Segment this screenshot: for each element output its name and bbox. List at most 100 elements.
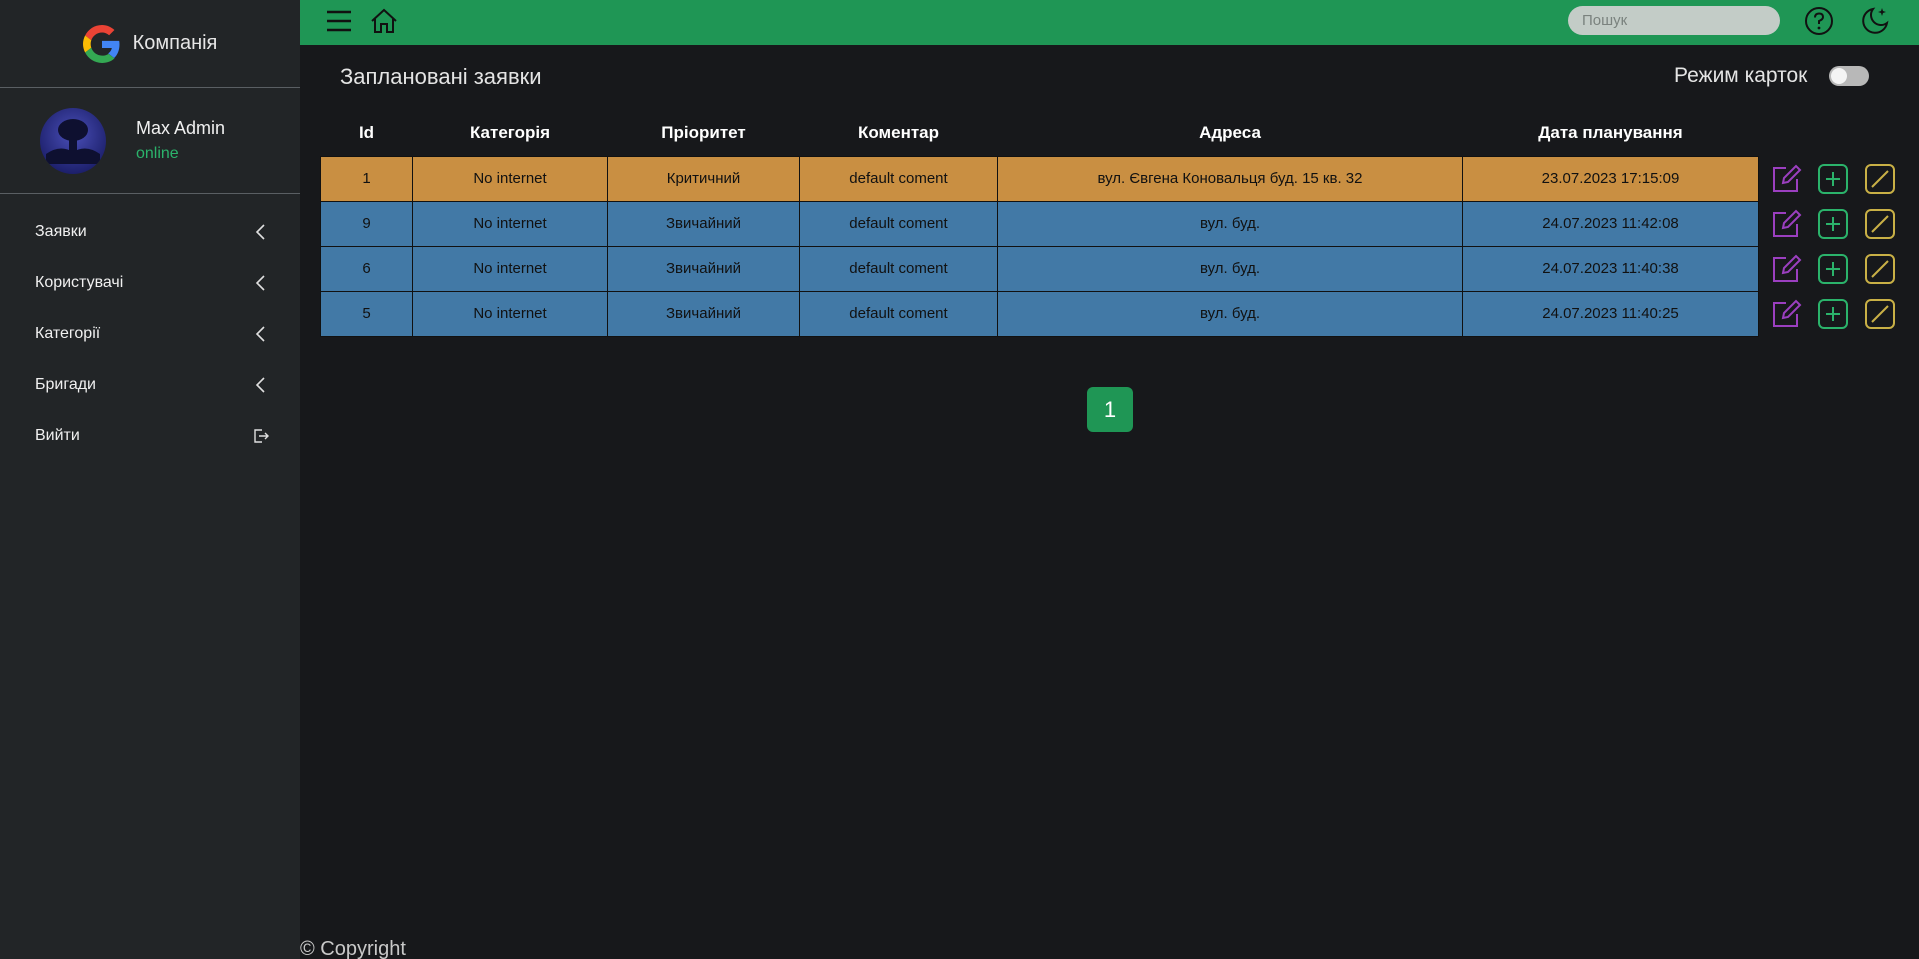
sidebar-item-label: Заявки xyxy=(35,222,87,240)
cards-mode: Режим карток xyxy=(1674,64,1870,88)
cell-priority: Звичайний xyxy=(607,290,800,337)
help-icon xyxy=(1805,7,1833,35)
add-icon xyxy=(1817,163,1848,194)
cell-category: No internet xyxy=(412,290,608,337)
cards-mode-toggle[interactable] xyxy=(1829,66,1870,86)
cell-date: 24.07.2023 11:40:25 xyxy=(1462,290,1759,337)
column-header-comment: Коментар xyxy=(858,123,939,143)
column-header-id: Id xyxy=(358,123,375,143)
chevron-left-icon xyxy=(255,376,265,393)
edit-icon xyxy=(1772,209,1801,237)
cancel-icon xyxy=(1864,208,1895,239)
edit-icon xyxy=(1772,164,1801,192)
sidebar-item-users[interactable]: Користувачі xyxy=(0,257,300,308)
home-button[interactable] xyxy=(367,4,401,38)
logout-icon xyxy=(254,428,269,443)
sidebar-item-requests[interactable]: Заявки xyxy=(0,206,300,257)
menu-button[interactable] xyxy=(322,4,356,38)
add-icon xyxy=(1817,253,1848,284)
cell-address: вул. буд. xyxy=(997,290,1463,337)
add-button[interactable] xyxy=(1817,297,1850,330)
table-row[interactable]: 6 No internet Звичайний default coment в… xyxy=(320,245,1899,292)
sidebar-item-brigades[interactable]: Бригади xyxy=(0,359,300,410)
cancel-button[interactable] xyxy=(1863,162,1896,195)
sidebar-nav: Заявки Користувачі Категорії Бригади Вий… xyxy=(0,206,300,461)
cell-priority: Звичайний xyxy=(607,200,800,247)
column-header-date: Дата планування xyxy=(1538,123,1683,143)
table-row[interactable]: 5 No internet Звичайний default coment в… xyxy=(320,290,1899,337)
cell-comment: default coment xyxy=(799,245,998,292)
row-actions xyxy=(1759,156,1899,201)
cancel-button[interactable] xyxy=(1864,297,1897,330)
cell-category: No internet xyxy=(412,200,608,247)
table-row[interactable]: 1 No internet Критичний default coment в… xyxy=(320,155,1899,202)
cell-date: 23.07.2023 17:15:09 xyxy=(1462,155,1759,202)
column-header-address: Адреса xyxy=(1199,123,1261,143)
cell-id: 9 xyxy=(320,200,413,247)
add-icon xyxy=(1818,298,1848,329)
column-header-category: Категорія xyxy=(469,123,551,143)
cell-id: 5 xyxy=(320,290,413,337)
chevron-left-icon xyxy=(255,223,265,240)
toggle-knob xyxy=(1831,68,1848,84)
row-actions xyxy=(1759,246,1899,291)
edit-button[interactable] xyxy=(1769,207,1802,240)
column-header-priority: Пріоритет xyxy=(661,123,746,143)
sidebar-item-label: Вийти xyxy=(35,426,80,444)
edit-button[interactable] xyxy=(1769,162,1802,195)
edit-icon xyxy=(1772,254,1801,282)
chevron-left-icon xyxy=(255,274,265,291)
chevron-left-icon xyxy=(255,325,265,342)
cell-id: 1 xyxy=(320,155,413,202)
requests-table: Id Категорія Пріоритет Коментар Адреса Д… xyxy=(320,111,1899,337)
user-name: Max Admin xyxy=(136,118,226,138)
search-box xyxy=(1568,6,1781,35)
table-header-row: Id Категорія Пріоритет Коментар Адреса Д… xyxy=(321,111,1899,156)
cancel-icon xyxy=(1864,163,1895,194)
add-button[interactable] xyxy=(1816,252,1849,285)
sidebar-item-label: Користувачі xyxy=(35,273,124,291)
theme-toggle-button[interactable] xyxy=(1858,4,1892,38)
row-actions xyxy=(1759,291,1899,336)
user-panel: Max Admin online xyxy=(0,88,300,194)
theme-moon-icon xyxy=(1862,7,1889,34)
brand-name: Компанія xyxy=(132,32,218,54)
menu-icon xyxy=(327,10,351,32)
column-header-actions xyxy=(1759,111,1899,156)
cancel-button[interactable] xyxy=(1863,252,1896,285)
search-input[interactable] xyxy=(1582,12,1781,29)
cancel-button[interactable] xyxy=(1863,207,1896,240)
cell-priority: Звичайний xyxy=(607,245,800,292)
page-title: Заплановані заявки xyxy=(340,64,542,89)
table-row[interactable]: 9 No internet Звичайний default coment в… xyxy=(320,200,1899,247)
avatar xyxy=(40,107,106,174)
sidebar-item-label: Бригади xyxy=(35,375,96,393)
help-button[interactable] xyxy=(1802,4,1836,38)
cancel-icon xyxy=(1864,253,1895,284)
pagination-page-button[interactable]: 1 xyxy=(1087,387,1133,432)
cell-priority: Критичний xyxy=(607,155,800,202)
edit-button[interactable] xyxy=(1770,297,1803,330)
copyright-text: © Copyright xyxy=(300,938,406,959)
user-status: online xyxy=(136,145,179,162)
cards-mode-label: Режим карток xyxy=(1674,64,1808,87)
cell-address: вул. Євгена Коновальця буд. 15 кв. 32 xyxy=(997,155,1463,202)
sidebar-item-label: Категорії xyxy=(35,324,101,342)
cell-category: No internet xyxy=(412,245,608,292)
cell-address: вул. буд. xyxy=(997,245,1463,292)
edit-button[interactable] xyxy=(1769,252,1802,285)
cell-date: 24.07.2023 11:40:38 xyxy=(1462,245,1759,292)
sidebar-item-logout[interactable]: Вийти xyxy=(0,410,300,461)
cell-comment: default coment xyxy=(799,200,998,247)
cell-comment: default coment xyxy=(799,155,998,202)
sidebar-item-categories[interactable]: Категорії xyxy=(0,308,300,359)
cell-id: 6 xyxy=(320,245,413,292)
google-logo-icon xyxy=(82,24,120,63)
topbar xyxy=(300,0,1919,45)
cell-address: вул. буд. xyxy=(997,200,1463,247)
add-button[interactable] xyxy=(1816,162,1849,195)
row-actions xyxy=(1759,201,1899,246)
add-button[interactable] xyxy=(1816,207,1849,240)
main-content: Заплановані заявки Режим карток Id Катег… xyxy=(300,45,1919,959)
home-icon xyxy=(371,8,397,33)
